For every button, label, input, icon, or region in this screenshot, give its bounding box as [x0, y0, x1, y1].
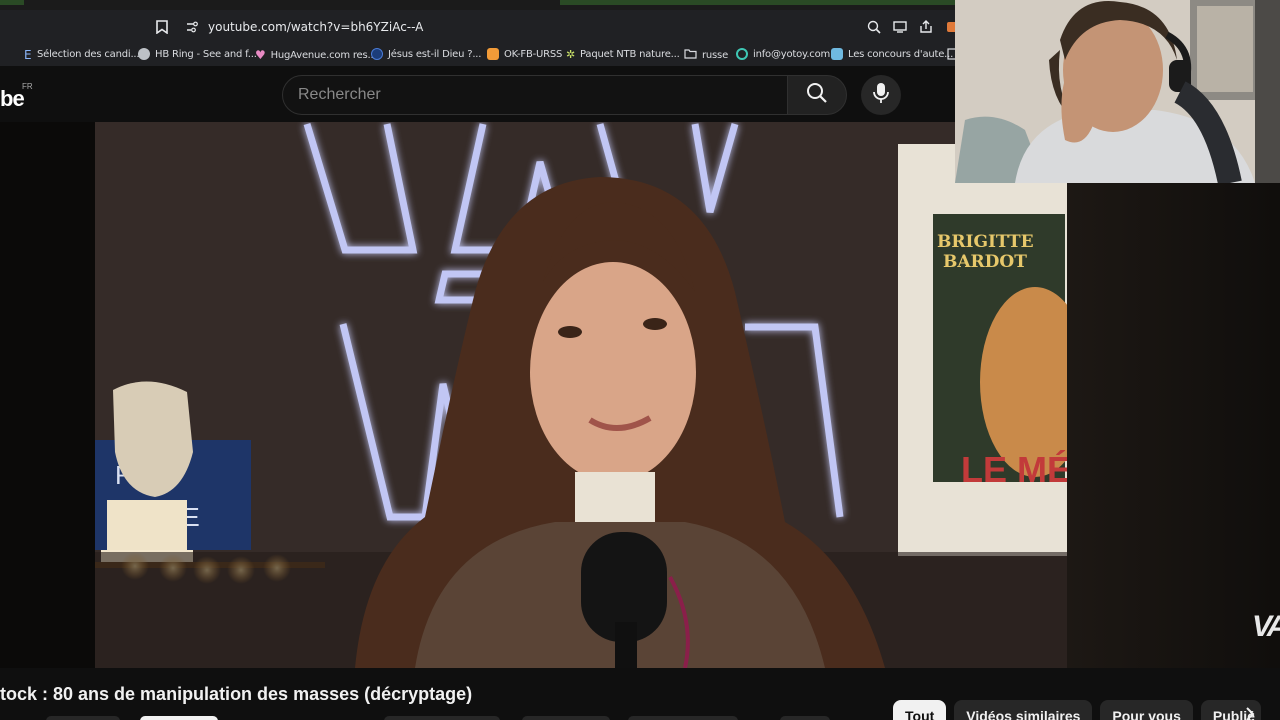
bookmark-item[interactable]: E Sélection des candi... — [24, 48, 140, 62]
chip-videos-similaires[interactable]: Vidéos similaires — [954, 700, 1093, 720]
action-pill[interactable] — [384, 716, 500, 720]
folder-icon — [684, 48, 697, 62]
video-scene: BRIGITTE BARDOT LE MÉ RVE SE — [95, 122, 1067, 668]
video-side-shadow — [1067, 182, 1280, 668]
search-button[interactable] — [787, 75, 847, 115]
bookmark-item[interactable]: Les concours d'aute... — [831, 48, 953, 60]
video-title: tock : 80 ans de manipulation des masses… — [0, 684, 473, 704]
poster-text: BARDOT — [943, 252, 1027, 272]
voice-search-button[interactable] — [861, 75, 901, 115]
action-pill[interactable] — [522, 716, 610, 720]
chevron-right-icon[interactable] — [1236, 700, 1264, 720]
subscribe-pill[interactable] — [140, 716, 218, 720]
bookmark-favicon-icon — [831, 48, 843, 60]
poster-text: BRIGITTE — [937, 232, 1034, 252]
action-pill[interactable] — [628, 716, 738, 720]
search-box — [282, 75, 788, 115]
action-pill[interactable] — [46, 716, 120, 720]
bookmark-favicon-icon — [371, 48, 383, 60]
screen: youtube.com/watch?v=bh6YZiAc--A E Sélect… — [0, 0, 1280, 720]
webcam-scene — [955, 0, 1280, 183]
search-icon — [806, 82, 828, 109]
bookmark-label: HB Ring - See and f... — [155, 48, 257, 60]
bookmark-favicon-icon — [736, 48, 748, 60]
bookmark-label: russe — [702, 49, 729, 61]
bookmark-label: Sélection des candi... — [37, 48, 140, 60]
bookmark-label: Les concours d'aute... — [848, 48, 954, 60]
bookmarks-bar: E Sélection des candi... HB Ring - See a… — [0, 44, 960, 66]
region-code: FR — [22, 82, 33, 91]
bookmark-label: Jésus est-il Dieu ?... — [388, 48, 482, 60]
bookmark-item[interactable]: Jésus est-il Dieu ?... — [371, 48, 481, 60]
bookmark-label: OK-FB-URSS — [504, 48, 563, 60]
bookmark-folder[interactable]: russe — [684, 48, 728, 62]
webcam-overlay — [955, 0, 1280, 183]
zoom-icon[interactable] — [866, 19, 882, 35]
bookmark-label: info@yotoy.com — [753, 48, 831, 60]
bookmark-item[interactable]: OK-FB-URSS — [487, 48, 562, 60]
site-settings-icon[interactable] — [185, 20, 199, 34]
bookmark-label: Paquet NTB nature... — [580, 49, 680, 60]
globe-icon — [138, 48, 150, 60]
bookmark-item[interactable]: info@yotoy.com — [736, 48, 830, 60]
bookmark-label: HugAvenue.com res... — [270, 49, 377, 61]
bookmark-favicon-icon: E — [24, 48, 32, 62]
chip-tout[interactable]: Tout — [893, 700, 947, 720]
bookmark-icon[interactable] — [154, 18, 170, 36]
bookmark-item[interactable]: HB Ring - See and f... — [138, 48, 257, 60]
video-frame: BRIGITTE BARDOT LE MÉ RVE SE — [95, 122, 1067, 668]
recommendation-filter-chips: Tout Vidéos similaires Pour vous Publié — [893, 700, 1261, 720]
bookmark-item[interactable]: ✲ Paquet NTB nature... — [566, 48, 680, 61]
action-pill[interactable] — [780, 716, 830, 720]
share-icon[interactable] — [918, 19, 934, 35]
address-bar: youtube.com/watch?v=bh6YZiAc--A — [0, 10, 960, 44]
tab-strip-accent — [560, 0, 960, 5]
heart-icon: ♥ — [255, 48, 266, 62]
microphone-icon — [873, 82, 889, 109]
address-tools — [866, 19, 960, 35]
video-player[interactable]: BRIGITTE BARDOT LE MÉ RVE SE — [0, 122, 1280, 668]
url-field[interactable]: youtube.com/watch?v=bh6YZiAc--A — [208, 20, 423, 34]
youtube-header: be FR — [0, 66, 960, 122]
chip-pour-vous[interactable]: Pour vous — [1100, 700, 1193, 720]
leaf-icon: ✲ — [566, 48, 576, 61]
channel-watermark[interactable]: VA — [1252, 610, 1280, 644]
cast-icon[interactable] — [892, 19, 908, 35]
poster-text: LE MÉ — [961, 449, 1067, 490]
tab-strip-accent — [0, 0, 24, 5]
youtube-logo[interactable]: be — [0, 86, 25, 112]
bookmark-item[interactable]: ♥ HugAvenue.com res... — [255, 48, 377, 62]
search-input[interactable] — [283, 76, 787, 114]
odnoklassniki-icon — [487, 48, 499, 60]
